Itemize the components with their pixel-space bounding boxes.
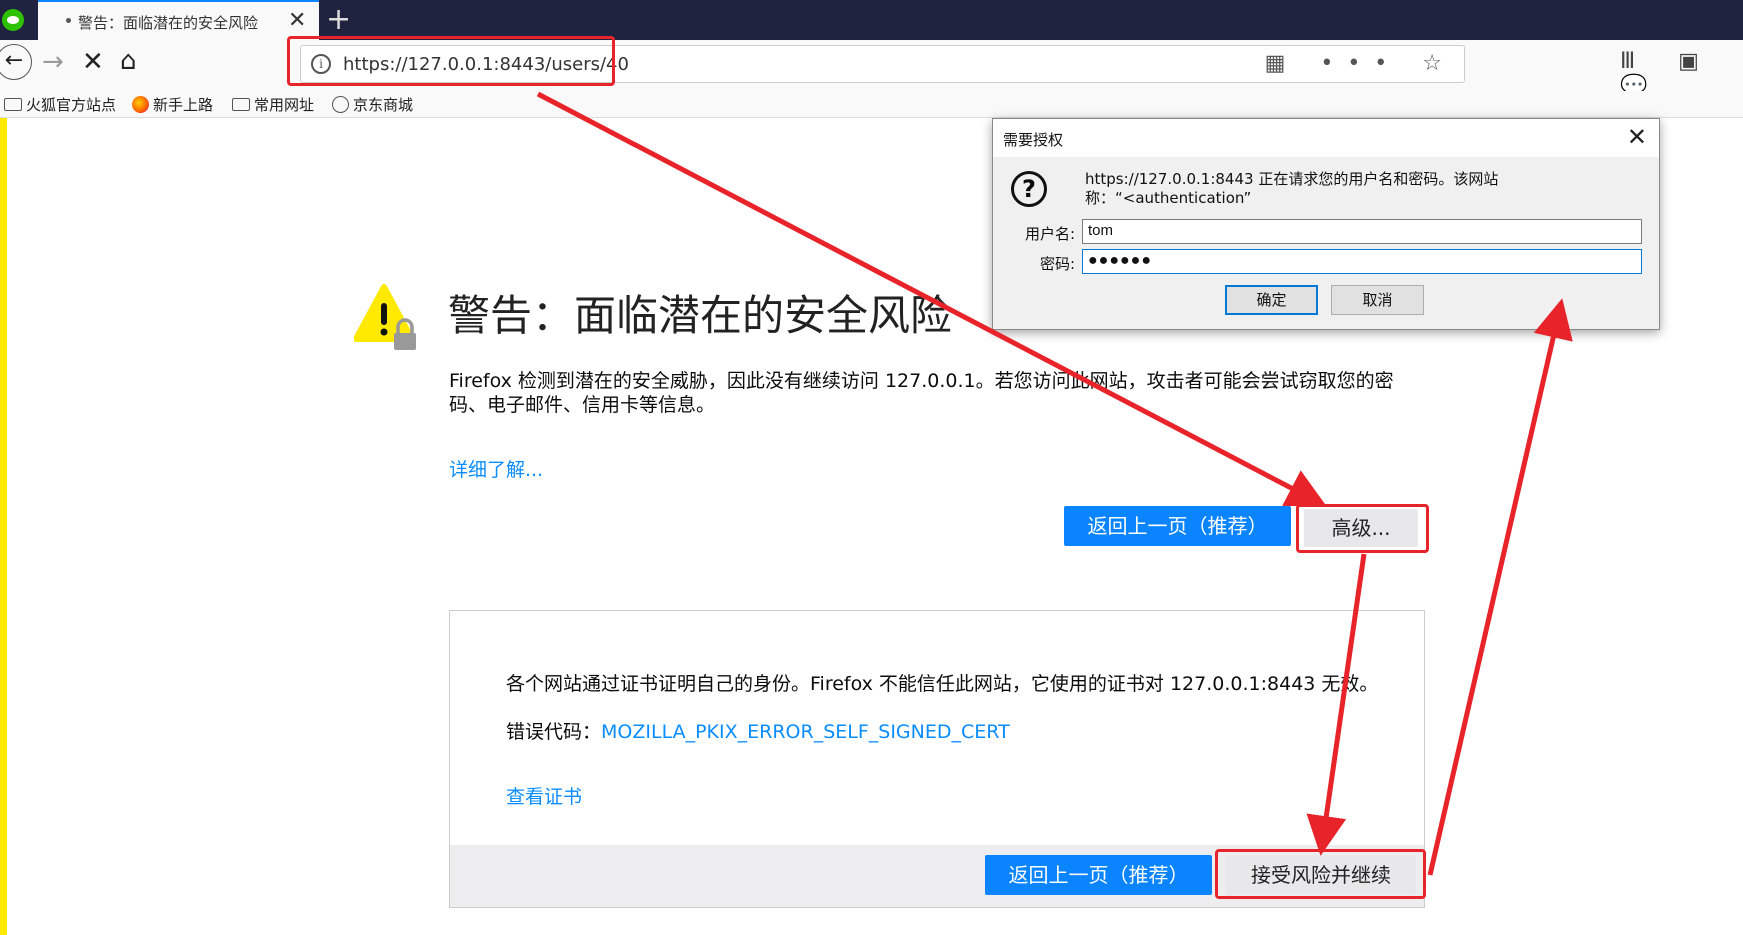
bookmark-item[interactable]: 新手上路	[132, 94, 213, 115]
advanced-panel: 各个网站通过证书证明自己的身份。Firefox 不能信任此网站，它使用的证书对 …	[449, 610, 1425, 908]
url-text[interactable]: https://127.0.0.1:8443/users/40	[343, 54, 629, 75]
url-bar[interactable]: i https://127.0.0.1:8443/users/40 ▦ ••• …	[300, 45, 1465, 83]
question-icon: ?	[1011, 171, 1047, 207]
bookmarks-bar: 火狐官方站点 新手上路 常用网址 京东商城	[0, 91, 1743, 118]
nav-bar: ← → ✕ ⌂ i https://127.0.0.1:8443/users/4…	[0, 40, 1743, 99]
folder-icon	[4, 98, 22, 111]
advanced-footer: 返回上一页（推荐） 接受风险并继续	[450, 845, 1424, 907]
auth-dialog-title: 需要授权	[1003, 131, 1064, 149]
globe-icon	[332, 96, 349, 113]
error-code-label: 错误代码：	[506, 721, 602, 743]
username-label: 用户名:	[1024, 225, 1075, 243]
auth-dialog: 需要授权 ✕ ? https://127.0.0.1:8443 正在请求您的用户…	[992, 118, 1660, 330]
accept-risk-button[interactable]: 接受风险并继续	[1226, 855, 1416, 895]
firefox-icon	[132, 96, 149, 113]
password-label: 密码:	[1039, 255, 1075, 273]
tab-bar: 警告：面临潜在的安全风险 ✕ +	[0, 0, 1743, 40]
advanced-button[interactable]: 高级...	[1304, 509, 1418, 547]
warning-description: Firefox 检测到潜在的安全威胁，因此没有继续访问 127.0.0.1。若您…	[449, 370, 1394, 416]
learn-more-link[interactable]: 详细了解...	[449, 455, 543, 482]
bookmark-item[interactable]: 常用网址	[232, 94, 314, 115]
go-back-button-secondary[interactable]: 返回上一页（推荐）	[985, 855, 1212, 895]
tab-title: 警告：面临潜在的安全风险	[78, 14, 259, 32]
auth-dialog-titlebar: 需要授权 ✕	[993, 119, 1659, 157]
url-bar-actions-icon[interactable]: ▦ ••• ☆	[1265, 51, 1456, 76]
tab-close-icon[interactable]: ✕	[288, 8, 306, 33]
go-back-button[interactable]: 返回上一页（推荐）	[1064, 506, 1291, 546]
new-tab-button[interactable]: +	[326, 2, 351, 37]
bookmark-item[interactable]: 火狐官方站点	[4, 94, 116, 115]
view-certificate-link[interactable]: 查看证书	[506, 782, 582, 809]
info-icon[interactable]: i	[311, 54, 331, 74]
close-icon[interactable]: ✕	[1627, 123, 1647, 151]
folder-icon	[232, 98, 250, 111]
page-title: 警告：面临潜在的安全风险	[448, 291, 953, 340]
advanced-text: 各个网站通过证书证明自己的身份。Firefox 不能信任此网站，它使用的证书对 …	[506, 673, 1379, 695]
warning-lock-icon	[354, 284, 416, 350]
username-field[interactable]: tom	[1082, 219, 1642, 244]
ok-button[interactable]: 确定	[1225, 285, 1318, 315]
home-icon[interactable]: ⌂	[120, 46, 137, 76]
wechat-icon	[2, 9, 24, 31]
password-field[interactable]: ●●●●●●	[1082, 249, 1642, 274]
tab-active[interactable]: 警告：面临潜在的安全风险 ✕	[38, 0, 319, 40]
auth-message: https://127.0.0.1:8443 正在请求您的用户名和密码。该网站称…	[1085, 170, 1499, 207]
warning-strip	[0, 118, 7, 935]
loading-dot-icon	[66, 18, 71, 23]
arrow-accept-to-dialog	[1427, 298, 1573, 876]
bookmark-item[interactable]: 京东商城	[332, 94, 413, 115]
stop-icon[interactable]: ✕	[82, 47, 104, 77]
back-icon[interactable]: ←	[0, 44, 32, 80]
error-code-link[interactable]: MOZILLA_PKIX_ERROR_SELF_SIGNED_CERT	[601, 721, 1010, 743]
forward-icon[interactable]: →	[42, 47, 64, 77]
error-code-line: 错误代码：MOZILLA_PKIX_ERROR_SELF_SIGNED_CERT	[506, 717, 1010, 744]
cancel-button[interactable]: 取消	[1331, 285, 1424, 315]
